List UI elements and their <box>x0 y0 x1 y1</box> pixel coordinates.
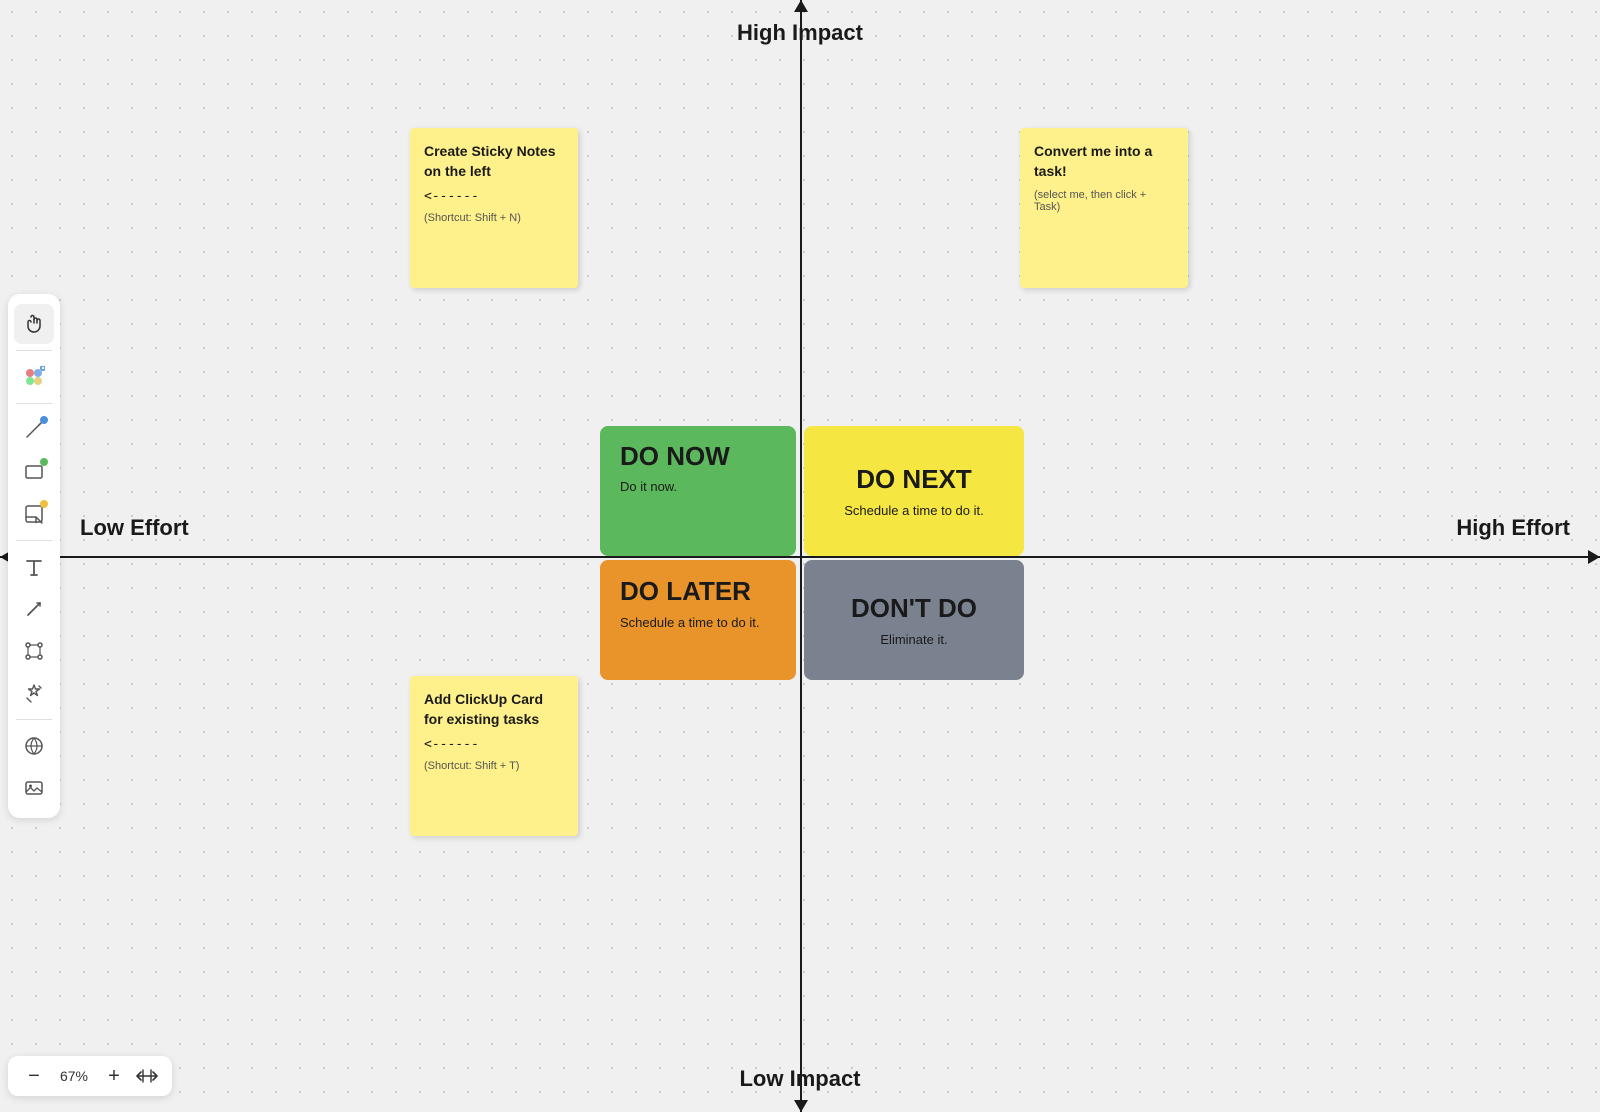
hand-tool-button[interactable] <box>14 304 54 344</box>
rect-tool-button[interactable] <box>14 452 54 492</box>
text-tool-button[interactable] <box>14 547 54 587</box>
quadrant-do-later[interactable]: DO LATER Schedule a time to do it. <box>600 560 796 680</box>
canvas: High Impact Low Impact Low Effort High E… <box>0 0 1600 1112</box>
sticky-note-bottom-left[interactable]: Add ClickUp Card for existing tasks <---… <box>410 676 578 836</box>
sticky-top-right-title: Convert me into a task! <box>1034 142 1174 181</box>
up-arrow <box>794 0 808 12</box>
sticky-top-left-shortcut: (Shortcut: Shift + N) <box>424 212 564 224</box>
label-low-impact: Low Impact <box>739 1066 860 1092</box>
pen-tool-button[interactable] <box>14 410 54 450</box>
do-next-subtitle: Schedule a time to do it. <box>844 503 983 518</box>
zoom-level-display: 67% <box>56 1068 92 1084</box>
left-toolbar <box>8 294 60 818</box>
do-now-title: DO NOW <box>620 442 776 471</box>
quadrant-do-now[interactable]: DO NOW Do it now. <box>600 426 796 556</box>
down-arrow <box>794 1100 808 1112</box>
zoom-fit-button[interactable] <box>136 1068 158 1084</box>
sticky-bottom-left-shortcut: (Shortcut: Shift + T) <box>424 760 564 772</box>
do-now-subtitle: Do it now. <box>620 479 776 494</box>
quadrant-do-next[interactable]: DO NEXT Schedule a time to do it. <box>804 426 1024 556</box>
label-high-impact: High Impact <box>737 20 863 46</box>
quadrant-dont-do[interactable]: DON'T DO Eliminate it. <box>804 560 1024 680</box>
pen-dot <box>40 416 48 424</box>
sticky-top-left-title: Create Sticky Notes on the left <box>424 142 564 181</box>
shape-add-tool-button[interactable] <box>14 357 54 397</box>
sticky-top-right-body: (select me, then click + Task) <box>1034 189 1174 213</box>
do-next-title: DO NEXT <box>856 464 972 495</box>
connect-tool-button[interactable] <box>14 631 54 671</box>
rect-dot <box>40 458 48 466</box>
toolbar-divider-1 <box>16 350 52 351</box>
do-later-subtitle: Schedule a time to do it. <box>620 615 776 630</box>
vertical-axis <box>800 0 802 1112</box>
line-tool-button[interactable] <box>14 589 54 629</box>
sticky-dot <box>40 500 48 508</box>
toolbar-divider-4 <box>16 719 52 720</box>
dont-do-title: DON'T DO <box>851 593 977 624</box>
toolbar-divider-3 <box>16 540 52 541</box>
magic-tool-button[interactable] <box>14 673 54 713</box>
sticky-note-top-right[interactable]: Convert me into a task! (select me, then… <box>1020 128 1188 288</box>
zoom-bar: − 67% + <box>8 1056 172 1096</box>
image-tool-button[interactable] <box>14 768 54 808</box>
toolbar-divider-2 <box>16 403 52 404</box>
globe-tool-button[interactable] <box>14 726 54 766</box>
do-later-title: DO LATER <box>620 576 776 607</box>
sticky-bottom-left-title: Add ClickUp Card for existing tasks <box>424 690 564 729</box>
sticky-note-top-left[interactable]: Create Sticky Notes on the left <------ … <box>410 128 578 288</box>
sticky-top-left-arrow: <------ <box>424 189 564 204</box>
zoom-in-button[interactable]: + <box>102 1064 126 1088</box>
label-high-effort: High Effort <box>1456 515 1570 541</box>
sticky-bottom-left-arrow: <------ <box>424 737 564 752</box>
label-low-effort: Low Effort <box>80 515 189 541</box>
right-arrow <box>1588 550 1600 564</box>
sticky-tool-button[interactable] <box>14 494 54 534</box>
dont-do-subtitle: Eliminate it. <box>880 632 947 647</box>
zoom-out-button[interactable]: − <box>22 1064 46 1088</box>
